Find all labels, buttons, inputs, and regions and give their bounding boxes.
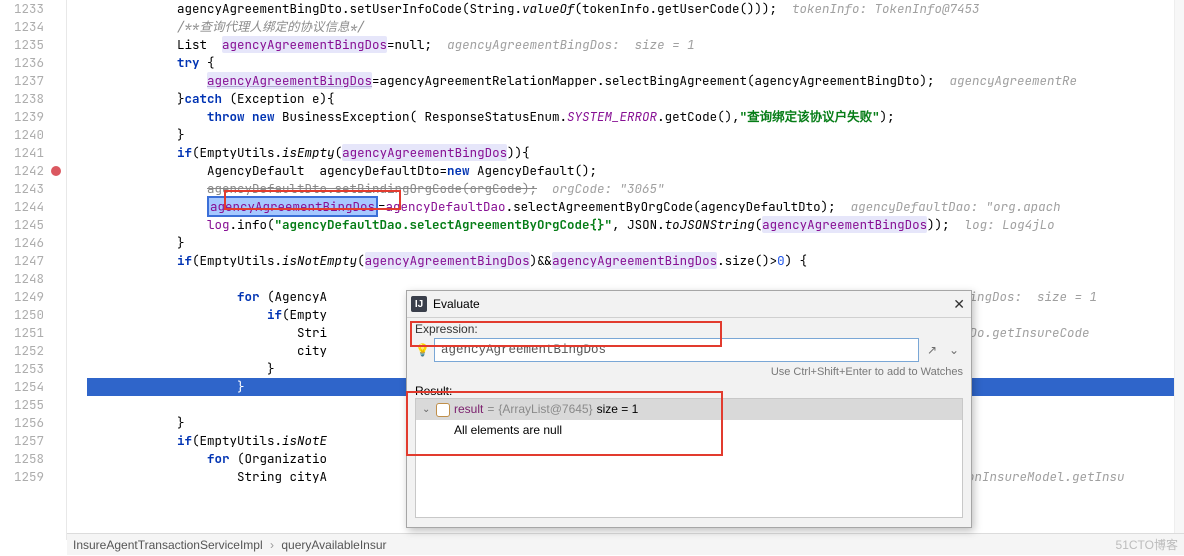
result-label: Result: — [415, 384, 963, 398]
line-number[interactable]: 1253 — [0, 360, 44, 378]
code-line[interactable]: List agencyAgreementBingDos=null; agency… — [87, 36, 1184, 54]
code-line[interactable]: try { — [87, 54, 1184, 72]
code-line[interactable]: throw new BusinessException( ResponseSta… — [87, 108, 1184, 126]
chevron-down-icon[interactable]: ⌄ — [945, 339, 963, 361]
line-number[interactable]: 1242 — [0, 162, 44, 180]
evaluate-titlebar[interactable]: IJ Evaluate ✕ — [407, 291, 971, 318]
shortcut-hint: Use Ctrl+Shift+Enter to add to Watches — [415, 366, 963, 378]
code-line[interactable]: agencyAgreementBingDos=agencyAgreementRe… — [87, 72, 1184, 90]
line-number[interactable]: 1257 — [0, 432, 44, 450]
line-number[interactable]: 1251 — [0, 324, 44, 342]
line-number[interactable]: 1245 — [0, 216, 44, 234]
line-number[interactable]: 1236 — [0, 54, 44, 72]
error-stripe[interactable] — [1174, 0, 1184, 555]
breadcrumb[interactable]: InsureAgentTransactionServiceImpl › quer… — [67, 533, 1184, 555]
line-number[interactable]: 1249 — [0, 288, 44, 306]
breadcrumb-method[interactable]: queryAvailableInsur — [281, 538, 386, 552]
expand-icon[interactable]: ↗ — [923, 339, 941, 361]
breadcrumb-class[interactable]: InsureAgentTransactionServiceImpl — [73, 538, 263, 552]
line-number[interactable]: 1238 — [0, 90, 44, 108]
line-number[interactable]: 1246 — [0, 234, 44, 252]
code-line[interactable]: if(EmptyUtils.isNotEmpty(agencyAgreement… — [87, 252, 1184, 270]
line-number[interactable]: 1233 — [0, 0, 44, 18]
line-number[interactable]: 1252 — [0, 342, 44, 360]
line-number[interactable]: 1239 — [0, 108, 44, 126]
code-line[interactable]: /**查询代理人绑定的协议信息*/ — [87, 18, 1184, 36]
line-number[interactable]: 1256 — [0, 414, 44, 432]
result-tree[interactable]: ⌄ result = {ArrayList@7645} size = 1 All… — [415, 398, 963, 518]
evaluate-title: Evaluate — [433, 297, 480, 311]
line-number[interactable]: 1247 — [0, 252, 44, 270]
intellij-icon: IJ — [411, 296, 427, 312]
line-number[interactable]: 1254 — [0, 378, 44, 396]
object-icon — [436, 403, 450, 417]
chevron-down-icon[interactable]: ⌄ — [422, 399, 432, 420]
breadcrumb-sep: › — [270, 538, 274, 552]
line-number[interactable]: 1258 — [0, 450, 44, 468]
code-line[interactable]: } — [87, 234, 1184, 252]
line-number[interactable]: 1243 — [0, 180, 44, 198]
code-line[interactable]: agencyAgreementBingDto.setUserInfoCode(S… — [87, 0, 1184, 18]
close-icon[interactable]: ✕ — [953, 296, 965, 313]
line-number[interactable]: 1240 — [0, 126, 44, 144]
line-number[interactable]: 1248 — [0, 270, 44, 288]
line-number[interactable]: 1234 — [0, 18, 44, 36]
code-line[interactable]: } — [87, 126, 1184, 144]
code-line[interactable]: if(EmptyUtils.isEmpty(agencyAgreementBin… — [87, 144, 1184, 162]
code-line[interactable]: log.info("agencyDefaultDao.selectAgreeme… — [87, 216, 1184, 234]
result-row[interactable]: ⌄ result = {ArrayList@7645} size = 1 — [416, 399, 962, 420]
line-number[interactable]: 1255 — [0, 396, 44, 414]
result-child-row[interactable]: All elements are null — [416, 420, 962, 441]
code-line[interactable]: agencyAgreementBingDos=agencyDefaultDao.… — [87, 198, 1184, 216]
expression-label: Expression: — [415, 322, 963, 336]
fold-bar[interactable] — [67, 0, 79, 540]
line-number[interactable]: 1259 — [0, 468, 44, 486]
expression-input[interactable] — [434, 338, 919, 362]
bulb-icon[interactable]: 💡 — [415, 343, 430, 357]
line-number[interactable]: 1235 — [0, 36, 44, 54]
line-number[interactable]: 1241 — [0, 144, 44, 162]
evaluate-dialog[interactable]: IJ Evaluate ✕ Expression: 💡 ↗ ⌄ Use Ctrl… — [406, 290, 972, 528]
code-line[interactable] — [87, 270, 1184, 288]
line-number[interactable]: 1250 — [0, 306, 44, 324]
line-number-gutter[interactable]: 1233123412351236123712381239124012411242… — [0, 0, 67, 540]
line-number[interactable]: 1244 — [0, 198, 44, 216]
code-line[interactable]: }catch (Exception e){ — [87, 90, 1184, 108]
line-number[interactable]: 1237 — [0, 72, 44, 90]
code-line[interactable]: AgencyDefault agencyDefaultDto=new Agenc… — [87, 162, 1184, 180]
result-var-name: result — [454, 399, 483, 420]
